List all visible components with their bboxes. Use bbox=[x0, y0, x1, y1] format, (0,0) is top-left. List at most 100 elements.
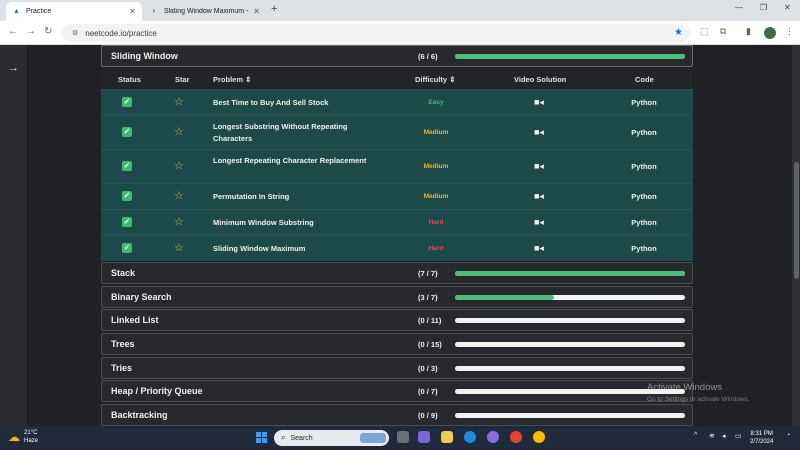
table-row[interactable]: ✓ ☆ Sliding Window Maximum Hard ■◂ Python bbox=[101, 234, 693, 261]
status-checkbox[interactable]: ✓ bbox=[122, 242, 132, 253]
status-checkbox[interactable]: ✓ bbox=[122, 160, 132, 171]
table-row[interactable]: ✓ ☆ Permutation In String Medium ■◂ Python bbox=[101, 182, 693, 209]
code-link[interactable]: Python bbox=[621, 244, 667, 253]
activation-watermark-title: Activate Windows bbox=[647, 382, 722, 393]
header-code: Code bbox=[635, 74, 654, 84]
forward-icon[interactable]: → bbox=[26, 26, 36, 37]
video-camera-icon[interactable]: ■◂ bbox=[534, 191, 544, 202]
bookmark-star-icon[interactable]: ★ bbox=[674, 27, 683, 38]
notification-icon[interactable]: ◔ bbox=[786, 432, 790, 439]
close-icon[interactable]: ✕ bbox=[129, 7, 136, 16]
battery-icon[interactable]: ▭ bbox=[735, 432, 742, 440]
tab-sliding-window-maximum[interactable]: ◐ Sliding Window Maximum - Le ✕ bbox=[144, 2, 266, 21]
status-checkbox[interactable]: ✓ bbox=[122, 190, 132, 201]
code-link[interactable]: Python bbox=[621, 98, 667, 107]
section-stack[interactable]: Stack (7 / 7) bbox=[101, 262, 693, 285]
table-row[interactable]: ✓ ☆ Longest Repeating Character Replacemen… bbox=[101, 148, 693, 183]
section-sliding-window[interactable]: Sliding Window (6 / 6) bbox=[101, 45, 693, 67]
new-tab-icon[interactable]: + bbox=[271, 3, 277, 15]
video-camera-icon[interactable]: ■◂ bbox=[534, 217, 544, 228]
section-heap-priority-queue[interactable]: Heap / Priority Queue (0 / 7) bbox=[101, 380, 693, 403]
table-row[interactable]: ✓ ☆ Best Time to Buy And Sell Stock Easy ■◂ P… bbox=[101, 88, 693, 115]
section-count: (6 / 6) bbox=[418, 52, 438, 61]
problem-link[interactable]: Minimum Window Substring bbox=[213, 217, 378, 229]
star-icon[interactable]: ☆ bbox=[174, 216, 184, 228]
edge-icon[interactable] bbox=[464, 431, 476, 443]
taskbar-search[interactable]: ⌕ Search bbox=[274, 430, 389, 446]
chrome-profile-icon[interactable] bbox=[533, 431, 545, 443]
file-explorer-icon[interactable] bbox=[441, 431, 453, 443]
wifi-icon[interactable]: ≋ bbox=[709, 432, 715, 440]
progress-bar bbox=[455, 54, 685, 59]
restore-icon[interactable]: ❐ bbox=[760, 3, 767, 12]
tray-overflow-icon[interactable]: ^ bbox=[694, 432, 697, 439]
volume-icon[interactable]: ◂ bbox=[722, 432, 726, 440]
header-difficulty[interactable]: Difficulty ⇕ bbox=[415, 75, 455, 84]
difficulty-badge: Medium bbox=[423, 192, 449, 200]
sort-icon[interactable]: ⇕ bbox=[449, 75, 455, 84]
sort-icon[interactable]: ⇕ bbox=[245, 75, 251, 84]
tab-practice[interactable]: ▲ Practice ✕ bbox=[6, 2, 142, 21]
task-view-icon[interactable] bbox=[397, 431, 409, 443]
star-icon[interactable]: ☆ bbox=[174, 190, 184, 202]
close-icon[interactable]: ✕ bbox=[253, 7, 260, 16]
table-row[interactable]: ✓ ☆ Minimum Window Substring Hard ■◂ Python bbox=[101, 208, 693, 235]
header-problem-label: Problem bbox=[213, 74, 244, 84]
puzzle-icon[interactable]: ⧉ bbox=[720, 26, 726, 37]
system-clock[interactable]: 8:31 PM 2/7/2024 bbox=[750, 430, 773, 446]
chrome-icon[interactable] bbox=[510, 431, 522, 443]
video-camera-icon[interactable]: ■◂ bbox=[534, 161, 544, 172]
back-icon[interactable]: ← bbox=[8, 26, 18, 37]
problem-link[interactable]: Permutation In String bbox=[213, 191, 378, 203]
section-name: Sliding Window bbox=[111, 51, 178, 61]
page-content: → Sliding Window (6 / 6) Status Star Pro… bbox=[0, 45, 800, 426]
video-camera-icon[interactable]: ■◂ bbox=[534, 243, 544, 254]
table-row[interactable]: ✓ ☆ Longest Substring Without Repeating Ch… bbox=[101, 114, 693, 149]
progress-fill bbox=[455, 54, 685, 59]
code-link[interactable]: Python bbox=[621, 162, 667, 171]
extension-icon[interactable]: ⬚ bbox=[700, 26, 709, 37]
problem-link[interactable]: Best Time to Buy And Sell Stock bbox=[213, 97, 378, 109]
windows-start-icon[interactable] bbox=[256, 432, 267, 443]
weather-temp: 21°C bbox=[24, 430, 38, 436]
media-player-icon[interactable] bbox=[487, 431, 499, 443]
side-panel-icon[interactable]: ▮ bbox=[746, 26, 751, 37]
difficulty-badge: Hard bbox=[428, 244, 444, 252]
section-backtracking[interactable]: Backtracking (0 / 9) bbox=[101, 403, 693, 426]
table-header: Status Star Problem ⇕ Difficulty ⇕ Video… bbox=[101, 68, 693, 89]
close-window-icon[interactable]: ✕ bbox=[784, 3, 791, 12]
star-icon[interactable]: ☆ bbox=[174, 242, 184, 254]
problem-link[interactable]: Longest Repeating Character Replacement bbox=[213, 155, 378, 167]
problem-link[interactable]: Longest Substring Without Repeating Char… bbox=[213, 121, 378, 145]
header-status: Status bbox=[118, 74, 141, 84]
weather-widget[interactable]: ☁ 21°C Haze bbox=[8, 429, 38, 445]
code-link[interactable]: Python bbox=[621, 192, 667, 201]
expand-sidebar-icon[interactable]: → bbox=[8, 62, 19, 74]
header-problem[interactable]: Problem ⇕ bbox=[213, 75, 251, 84]
minimize-icon[interactable]: — bbox=[735, 3, 743, 12]
status-checkbox[interactable]: ✓ bbox=[122, 216, 132, 227]
avatar[interactable] bbox=[764, 27, 776, 39]
code-link[interactable]: Python bbox=[621, 218, 667, 227]
section-tries[interactable]: Tries (0 / 3) bbox=[101, 356, 693, 379]
status-checkbox[interactable]: ✓ bbox=[122, 96, 132, 107]
address-bar[interactable]: ⚙ neetcode.io/practice ★ bbox=[62, 24, 690, 42]
section-trees[interactable]: Trees (0 / 15) bbox=[101, 332, 693, 355]
reload-icon[interactable]: ↻ bbox=[44, 26, 52, 37]
scrollbar-thumb[interactable] bbox=[794, 162, 799, 279]
section-binary-search[interactable]: Binary Search (3 / 7) bbox=[101, 285, 693, 308]
section-linked-list[interactable]: Linked List (0 / 11) bbox=[101, 309, 693, 332]
video-camera-icon[interactable]: ■◂ bbox=[534, 97, 544, 108]
problem-link[interactable]: Sliding Window Maximum bbox=[213, 243, 378, 255]
star-icon[interactable]: ☆ bbox=[174, 96, 184, 108]
teams-icon[interactable] bbox=[418, 431, 430, 443]
video-camera-icon[interactable]: ■◂ bbox=[534, 127, 544, 138]
taskbar: ☁ 21°C Haze ⌕ Search ^ ≋ ◂ ▭ 8:31 PM 2/7… bbox=[0, 426, 800, 450]
site-info-icon[interactable]: ⚙ bbox=[72, 29, 78, 37]
menu-icon[interactable]: ⋮ bbox=[785, 26, 794, 37]
scrollbar[interactable] bbox=[792, 45, 800, 426]
star-icon[interactable]: ☆ bbox=[174, 160, 184, 172]
status-checkbox[interactable]: ✓ bbox=[122, 126, 132, 137]
code-link[interactable]: Python bbox=[621, 128, 667, 137]
star-icon[interactable]: ☆ bbox=[174, 126, 184, 138]
